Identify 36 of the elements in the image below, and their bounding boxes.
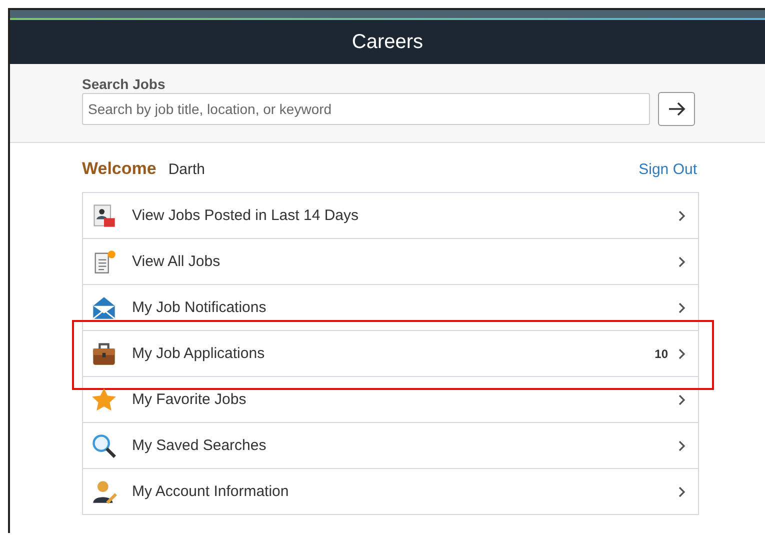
- welcome-label: Welcome: [82, 159, 156, 179]
- chevron-right-icon: [678, 256, 686, 268]
- menu-item[interactable]: My Job Notifications: [83, 284, 698, 330]
- search-field[interactable]: Search by job title, location, or keyword: [82, 93, 650, 125]
- menu-item[interactable]: My Saved Searches: [83, 422, 698, 468]
- item-count: 10: [654, 346, 668, 360]
- document-person-icon: [91, 202, 117, 228]
- menu-item-label: My Saved Searches: [132, 437, 268, 454]
- chevron-right-icon: [678, 210, 686, 222]
- menu-item-label: My Job Notifications: [132, 299, 268, 316]
- envelope-icon: [91, 294, 117, 320]
- chevron-right-icon: [678, 394, 686, 406]
- search-label: Search Jobs: [82, 76, 166, 92]
- chevron-right-icon: [678, 486, 686, 498]
- menu-item-label: My Favorite Jobs: [132, 391, 248, 408]
- star-icon: [91, 386, 117, 412]
- chevron-right-icon: [678, 440, 686, 452]
- menu-item[interactable]: View Jobs Posted in Last 14 Days: [83, 193, 698, 238]
- chevron-right-icon: [678, 348, 686, 360]
- menu-item[interactable]: View All Jobs: [83, 238, 698, 284]
- menu-item[interactable]: My Favorite Jobs: [83, 376, 698, 422]
- menu-item[interactable]: My Account Information: [83, 468, 698, 514]
- menu-item-label: My Account Information: [132, 483, 290, 500]
- magnifier-icon: [91, 432, 117, 458]
- chevron-right-icon: [678, 302, 686, 314]
- menu-item-label: View Jobs Posted in Last 14 Days: [132, 207, 360, 224]
- menu-item-label: My Job Applications: [132, 345, 266, 362]
- right-arrow-icon: [668, 102, 686, 116]
- search-go-button[interactable]: [658, 92, 695, 126]
- menu-item[interactable]: My Job Applications 10: [83, 330, 698, 376]
- menu-item-label: View All Jobs: [132, 253, 222, 270]
- person-pencil-icon: [91, 478, 117, 504]
- page-title: Careers: [352, 30, 424, 54]
- sign-out-link[interactable]: Sign Out: [638, 161, 697, 178]
- briefcase-icon: [91, 340, 117, 366]
- user-name: Darth: [168, 161, 206, 178]
